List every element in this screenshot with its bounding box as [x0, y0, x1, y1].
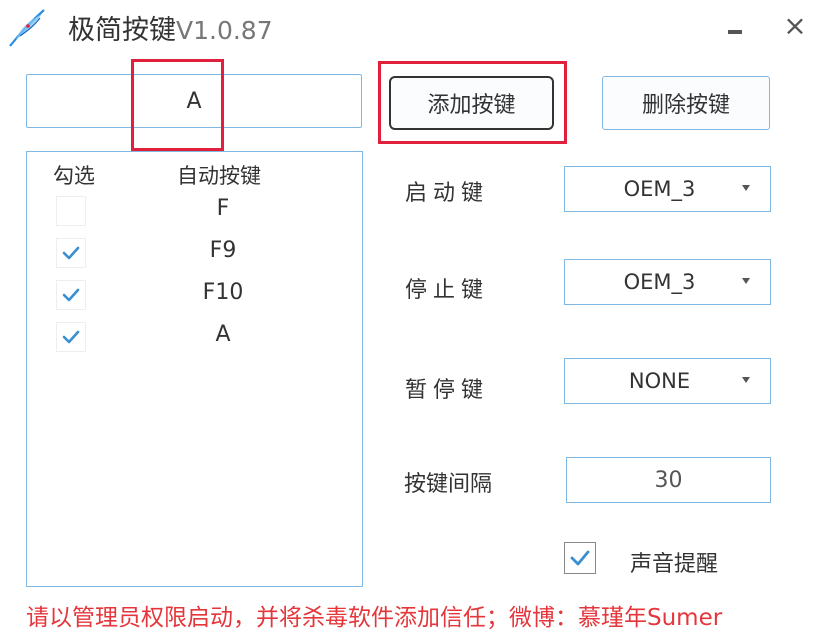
checkmark-icon [570, 550, 590, 566]
pause-key-label: 暂停键 [405, 378, 490, 403]
row-checkbox[interactable] [56, 196, 86, 226]
chevron-down-icon [742, 185, 750, 191]
checkmark-icon [62, 330, 80, 344]
row-key-label: F [216, 196, 230, 221]
stop-key-label: 停止键 [405, 278, 490, 303]
close-icon: × [783, 8, 807, 42]
app-logo-icon [6, 6, 50, 50]
close-button[interactable]: × [778, 8, 812, 42]
row-checkbox[interactable] [56, 322, 86, 352]
add-key-label: 添加按键 [427, 93, 516, 118]
app-name: 极简按键 [68, 15, 176, 46]
column-header-check: 勾选 [53, 164, 95, 188]
stop-key-value: OEM_3 [623, 270, 696, 294]
start-key-value: OEM_3 [623, 177, 696, 201]
chevron-down-icon [742, 377, 750, 383]
list-row[interactable]: F9 [27, 236, 362, 272]
start-key-dropdown[interactable]: OEM_3 [564, 166, 771, 212]
start-key-label: 启动键 [405, 181, 490, 206]
sound-alert-label: 声音提醒 [630, 552, 719, 577]
interval-input[interactable] [566, 457, 771, 503]
row-key-label: A [215, 322, 231, 347]
minimize-button[interactable] [718, 10, 752, 40]
list-row[interactable]: F [27, 194, 362, 230]
row-checkbox[interactable] [56, 280, 86, 310]
window-title: 极简按键V1.0.87 [68, 8, 273, 47]
add-key-button[interactable]: 添加按键 [389, 76, 554, 130]
stop-key-dropdown[interactable]: OEM_3 [564, 259, 771, 305]
pause-key-dropdown[interactable]: NONE [564, 358, 771, 404]
minimize-icon [728, 30, 742, 34]
delete-key-button[interactable]: 删除按键 [602, 76, 770, 130]
footer-notice: 请以管理员权限启动，并将杀毒软件添加信任；微博：慕瑾年Sumer [26, 605, 723, 631]
auto-key-list[interactable]: 勾选 自动按键 F F9 F10 A [26, 151, 363, 587]
list-row[interactable]: A [27, 320, 362, 356]
column-header-key: 自动按键 [177, 164, 261, 188]
row-checkbox[interactable] [56, 238, 86, 268]
delete-key-label: 删除按键 [641, 93, 730, 118]
checkmark-icon [62, 288, 80, 302]
list-row[interactable]: F10 [27, 278, 362, 314]
row-key-label: F10 [202, 280, 244, 305]
pause-key-value: NONE [628, 369, 691, 393]
interval-label: 按键间隔 [404, 472, 493, 497]
chevron-down-icon [742, 278, 750, 284]
row-key-label: F9 [209, 238, 237, 263]
checkmark-icon [62, 246, 80, 260]
app-version: V1.0.87 [176, 16, 273, 45]
sound-alert-checkbox[interactable] [564, 542, 596, 574]
key-input[interactable] [26, 74, 362, 128]
